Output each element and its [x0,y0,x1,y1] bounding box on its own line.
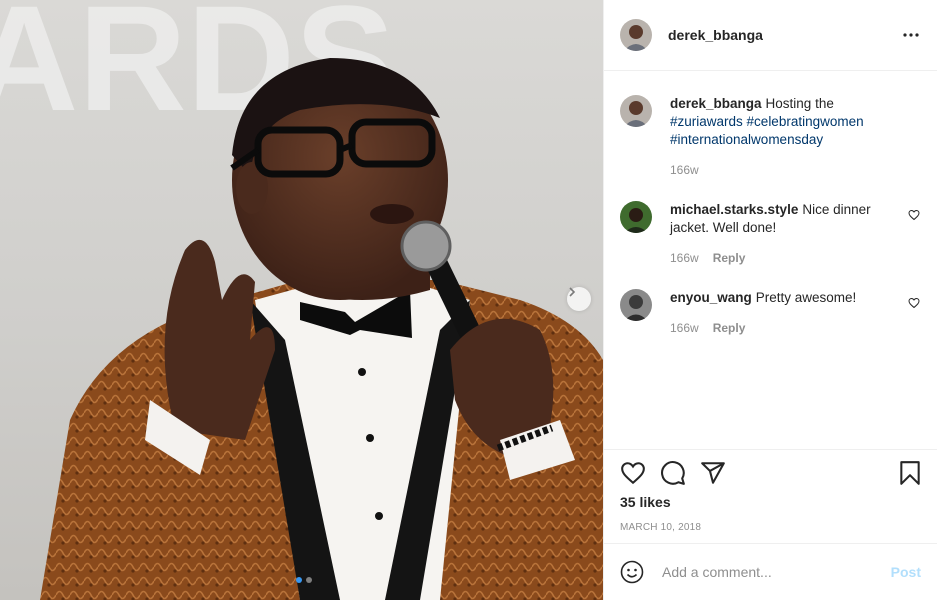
comment-body: michael.starks.style Nice dinner jacket. … [670,201,920,267]
hashtag-link[interactable]: #zuriawards [670,114,743,129]
comment-text: Pretty awesome! [755,290,857,305]
add-comment-bar: Post [604,543,937,600]
like-button[interactable] [620,460,646,486]
post-side-panel: derek_bbanga derek_bbanga Hosting the #zu… [603,0,937,600]
comment-meta: 166w Reply [670,249,906,267]
post-header: derek_bbanga [604,0,937,71]
comments-section: derek_bbanga Hosting the #zuriawards #cel… [604,71,937,449]
share-icon [701,462,725,484]
author-username[interactable]: derek_bbanga [668,27,899,43]
post-actions: 35 likes MARCH 10, 2018 [604,449,937,543]
commenter-username[interactable]: michael.starks.style [670,202,798,217]
caption-body: derek_bbanga Hosting the #zuriawards #cel… [670,95,920,179]
post-comment-button[interactable]: Post [891,564,921,580]
comment-body: enyou_wang Pretty awesome! 166w Reply [670,289,920,337]
caption: derek_bbanga Hosting the #zuriawards #cel… [620,95,920,179]
hashtag-link[interactable]: #celebratingwomen [747,114,864,129]
carousel-dot-active [296,577,302,583]
comment-time[interactable]: 166w [670,249,699,267]
commenter-avatar[interactable] [620,201,652,233]
photo-illustration: ARDS [0,0,603,600]
carousel-indicator [296,577,312,583]
action-bar [620,450,921,496]
commenter-avatar[interactable] [620,289,652,321]
reply-button[interactable]: Reply [713,319,746,337]
chevron-right-icon [569,287,576,297]
caption-text: Hosting the [765,96,834,111]
caption-avatar[interactable] [620,95,652,127]
caption-username[interactable]: derek_bbanga [670,96,762,111]
post-photo[interactable]: ARDS [0,0,603,600]
caption-time[interactable]: 166w [670,161,699,179]
more-options-button[interactable] [899,23,923,47]
comment-button[interactable] [660,460,686,486]
comment-item: michael.starks.style Nice dinner jacket. … [620,201,920,267]
heart-icon[interactable] [908,209,920,221]
emoji-button[interactable] [620,559,646,585]
comment-icon [661,461,685,485]
commenter-username[interactable]: enyou_wang [670,290,752,305]
comment-time[interactable]: 166w [670,319,699,337]
author-avatar[interactable] [620,19,652,51]
heart-icon [621,462,645,485]
next-image-button[interactable] [567,287,591,311]
more-options-icon [903,33,919,37]
heart-icon[interactable] [908,297,920,309]
post-date[interactable]: MARCH 10, 2018 [620,522,921,533]
share-button[interactable] [700,460,726,486]
comment-input[interactable] [660,563,891,581]
caption-meta: 166w [670,161,906,179]
instagram-post: ARDS derek_bbanga derek_bbanga Hosting t… [0,0,937,600]
comment-item: enyou_wang Pretty awesome! 166w Reply [620,289,920,337]
likes-count[interactable]: 35 likes [620,494,921,510]
save-button[interactable] [897,460,923,486]
hashtag-link[interactable]: #internationalwomensday [670,132,823,147]
emoji-icon [620,560,644,584]
comment-meta: 166w Reply [670,319,906,337]
bookmark-icon [900,461,920,485]
carousel-dot [306,577,312,583]
reply-button[interactable]: Reply [713,249,746,267]
